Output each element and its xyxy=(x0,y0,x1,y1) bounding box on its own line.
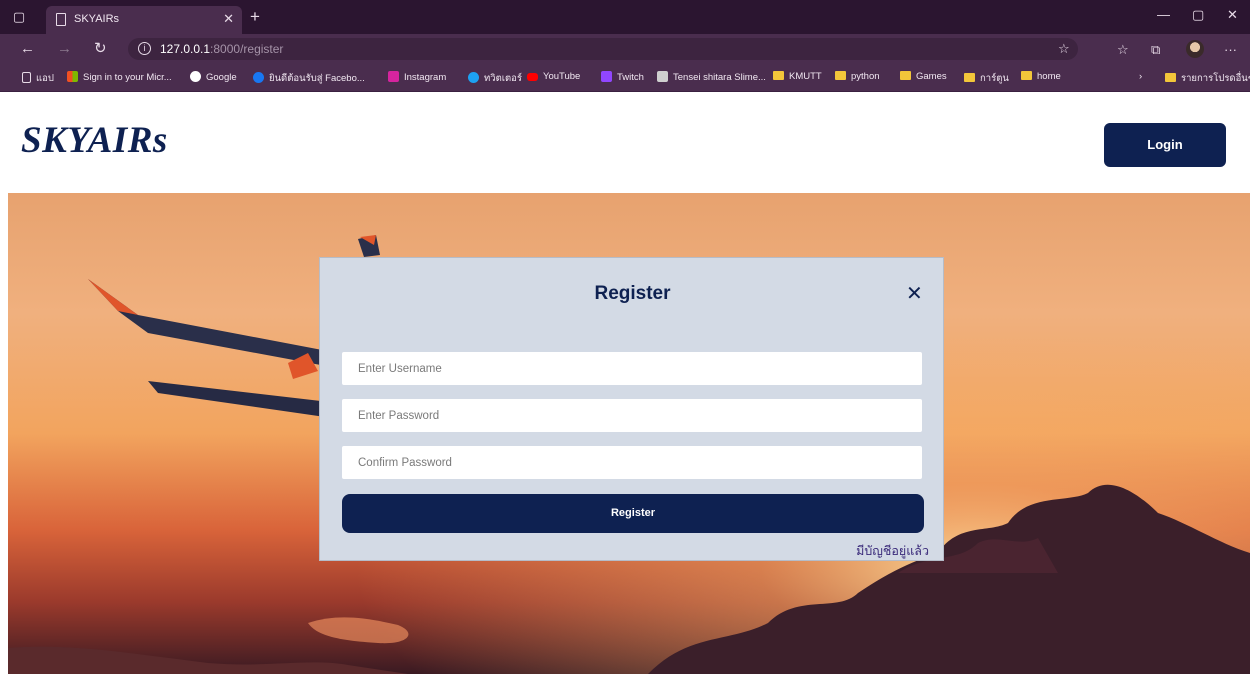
bookmark-label: Games xyxy=(916,71,947,82)
bookmark-label: แอป xyxy=(36,73,54,84)
bookmark-folder-python[interactable]: python xyxy=(835,71,880,82)
twitter-icon xyxy=(468,72,479,83)
back-icon[interactable]: ← xyxy=(20,40,35,58)
bookmark-label: Tensei shitara Slime... xyxy=(673,72,766,83)
folder-icon xyxy=(835,71,846,80)
refresh-icon[interactable]: ↻ xyxy=(94,40,107,58)
folder-icon xyxy=(773,71,784,80)
browser-titlebar: ▢ SKYAIRs ✕ + — ▢ ✕ xyxy=(0,0,1250,34)
bookmark-label: python xyxy=(851,71,880,82)
page: SKYAIRs Login Register ✕ Enter Username … xyxy=(0,92,1250,674)
tab-actions-icon[interactable]: ▢ xyxy=(8,6,30,28)
profile-avatar[interactable] xyxy=(1186,40,1204,58)
bookmark-label: Sign in to your Micr... xyxy=(83,72,172,83)
bookmark-label: รายการโปรดอื่นๆ xyxy=(1181,73,1250,84)
bookmark-instagram[interactable]: Instagram xyxy=(388,71,446,83)
more-icon[interactable]: ··· xyxy=(1224,42,1237,57)
already-have-account-link[interactable]: มีบัญชีอยู่แล้ว xyxy=(856,541,929,561)
tab-title: SKYAIRs xyxy=(74,13,120,25)
bookmark-twitter[interactable]: ทวิตเตอร์ xyxy=(468,71,522,86)
browser-tab[interactable]: SKYAIRs ✕ xyxy=(46,6,242,34)
bookmark-twitch[interactable]: Twitch xyxy=(601,71,644,83)
slime-page-icon xyxy=(657,71,668,82)
bookmark-folder-kmutt[interactable]: KMUTT xyxy=(773,71,822,82)
bookmark-other-favorites[interactable]: รายการโปรดอื่นๆ xyxy=(1165,71,1250,86)
bookmark-facebook[interactable]: ยินดีต้อนรับสู่ Facebo... xyxy=(253,71,365,86)
favorites-icon[interactable]: ☆ xyxy=(1117,42,1129,58)
login-button[interactable]: Login xyxy=(1104,123,1226,167)
close-icon[interactable]: ✕ xyxy=(906,283,923,305)
confirm-password-input[interactable] xyxy=(342,446,922,479)
restore-icon[interactable]: ▢ xyxy=(1192,7,1204,23)
bookmark-label: Twitch xyxy=(617,72,644,83)
bookmark-label: Instagram xyxy=(404,72,447,83)
bookmark-label: home xyxy=(1037,71,1061,82)
close-window-icon[interactable]: ✕ xyxy=(1227,7,1238,23)
bookmark-label: การ์ตูน xyxy=(980,73,1009,84)
bookmarks-overflow-icon[interactable]: › xyxy=(1139,71,1142,82)
minimize-icon[interactable]: — xyxy=(1157,7,1170,22)
browser-navbar: ← → ↻ i 127.0.0.1:8000/register ☆ ☆ ⧉ ··… xyxy=(0,34,1250,64)
modal-title: Register xyxy=(594,283,671,304)
folder-icon xyxy=(1165,73,1176,82)
google-icon xyxy=(190,71,201,82)
bookmark-youtube[interactable]: YouTube xyxy=(527,71,580,82)
new-tab-button[interactable]: + xyxy=(250,8,260,26)
folder-icon xyxy=(964,73,975,82)
bookmark-label: ยินดีต้อนรับสู่ Facebo... xyxy=(269,73,365,84)
instagram-icon xyxy=(388,71,399,82)
address-path: :8000/register xyxy=(210,42,284,56)
bookmark-label: KMUTT xyxy=(789,71,822,82)
register-modal: Register ✕ Register มีบัญชีอยู่แล้ว xyxy=(319,257,944,561)
address-url: 127.0.0.1:8000/register xyxy=(160,42,283,56)
bookmark-microsoft[interactable]: Sign in to your Micr... xyxy=(67,71,172,83)
bookmark-label: Google xyxy=(206,72,237,83)
forward-icon[interactable]: → xyxy=(57,40,72,58)
bookmark-label: ทวิตเตอร์ xyxy=(484,73,522,84)
page-icon xyxy=(56,13,66,26)
password-input[interactable] xyxy=(342,399,922,432)
register-button[interactable]: Register xyxy=(342,494,924,533)
twitch-icon xyxy=(601,71,612,82)
bookmark-slime[interactable]: Tensei shitara Slime... xyxy=(657,71,766,83)
site-info-icon[interactable]: i xyxy=(138,42,151,55)
microsoft-icon xyxy=(67,71,78,82)
hero-background-image: Register ✕ Register มีบัญชีอยู่แล้ว xyxy=(8,193,1250,674)
bookmarks-bar: แอป Sign in to your Micr... Google ยินดี… xyxy=(0,64,1250,92)
facebook-icon xyxy=(253,72,264,83)
favorite-add-icon[interactable]: ☆ xyxy=(1058,41,1070,57)
bookmark-folder-cartoon[interactable]: การ์ตูน xyxy=(964,71,1009,86)
collections-icon[interactable]: ⧉ xyxy=(1151,42,1160,58)
folder-icon xyxy=(900,71,911,80)
username-input[interactable] xyxy=(342,352,922,385)
address-host: 127.0.0.1 xyxy=(160,42,211,56)
bookmark-label: YouTube xyxy=(543,71,581,82)
site-logo[interactable]: SKYAIRs xyxy=(21,119,168,162)
bookmark-apps[interactable]: แอป xyxy=(22,71,54,86)
folder-icon xyxy=(1021,71,1032,80)
apps-icon xyxy=(22,72,31,83)
bookmark-folder-home[interactable]: home xyxy=(1021,71,1061,82)
address-bar[interactable]: i 127.0.0.1:8000/register ☆ xyxy=(128,38,1078,60)
tab-close-icon[interactable]: ✕ xyxy=(223,11,234,27)
youtube-icon xyxy=(527,73,538,81)
bookmark-google[interactable]: Google xyxy=(190,71,237,83)
bookmark-folder-games[interactable]: Games xyxy=(900,71,947,82)
